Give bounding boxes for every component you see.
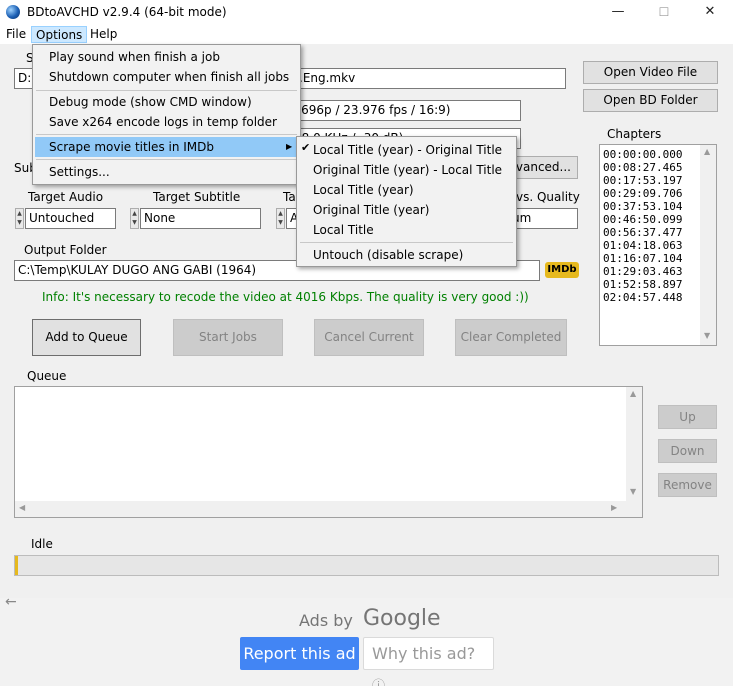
clear-completed-button[interactable]: Clear Completed [455, 319, 567, 356]
scroll-down-icon[interactable]: ▼ [704, 331, 710, 340]
scroll-down-icon[interactable]: ▼ [630, 487, 636, 496]
menu-item-shutdown[interactable]: Shutdown computer when finish all jobs [35, 67, 298, 87]
menu-separator [36, 159, 297, 160]
queue-vscrollbar[interactable]: ▲ ▼ [626, 387, 642, 501]
progress-marker [15, 556, 18, 575]
chapter-item[interactable]: 00:29:09.706 [603, 187, 682, 200]
maximize-button[interactable]: ☐ [641, 0, 687, 24]
quality-select[interactable]: um [508, 208, 578, 229]
menu-file[interactable]: File [2, 26, 30, 43]
target-audio-label: Target Audio [28, 190, 104, 204]
menu-item-settings[interactable]: Settings... [35, 162, 298, 182]
chapter-item[interactable]: 01:52:58.897 [603, 278, 682, 291]
target-spinner[interactable]: ▲ ▼ [276, 208, 285, 229]
chapters-list[interactable]: 00:00:00.000 00:08:27.465 00:17:53.197 0… [599, 144, 717, 346]
video-info-field: x696p / 23.976 fps / 16:9) [290, 100, 521, 121]
add-to-queue-button[interactable]: Add to Queue [32, 319, 141, 356]
target-subtitle-label: Target Subtitle [153, 190, 241, 204]
up-button[interactable]: Up [658, 405, 717, 429]
chapters-label: Chapters [607, 127, 662, 141]
submenu-item-original-year[interactable]: Original Title (year) [299, 200, 514, 220]
cancel-current-button[interactable]: Cancel Current [314, 319, 424, 356]
menu-bar: File Options Help [0, 24, 733, 44]
menu-item-play-sound[interactable]: Play sound when finish a job [35, 47, 298, 67]
ad-area: ← Ads by Google Report this ad Why this … [0, 594, 733, 686]
menu-separator [36, 90, 297, 91]
chapter-item[interactable]: 00:00:00.000 [603, 148, 682, 161]
why-this-ad-button[interactable]: Why this ad? ⓘ [363, 637, 494, 686]
submenu-arrow-icon: ▶ [286, 142, 293, 151]
chapters-scrollbar[interactable]: ▲ ▼ [700, 145, 716, 345]
menu-item-debug-mode[interactable]: Debug mode (show CMD window) [35, 92, 298, 112]
submenu-item-local-title[interactable]: Local Title [299, 220, 514, 240]
scroll-left-icon[interactable]: ◀ [19, 503, 25, 512]
chapter-item[interactable]: 00:37:53.104 [603, 200, 682, 213]
ads-by-label: Ads by [299, 611, 353, 630]
submenu-item-local-year[interactable]: Local Title (year) [299, 180, 514, 200]
scroll-up-icon[interactable]: ▲ [704, 147, 710, 156]
source-file-tail: .Eng.mkv [299, 71, 356, 85]
chapter-item[interactable]: 00:46:50.099 [603, 213, 682, 226]
chapter-item[interactable]: 00:08:27.465 [603, 161, 682, 174]
app-icon [6, 5, 20, 19]
output-folder-label: Output Folder [24, 243, 107, 257]
chapter-item[interactable]: 00:56:37.477 [603, 226, 682, 239]
chapter-item[interactable]: 01:16:07.104 [603, 252, 682, 265]
chapter-item[interactable]: 01:29:03.463 [603, 265, 682, 278]
target-label-prefix: Ta [283, 190, 296, 204]
progress-bar [14, 555, 719, 576]
remove-button[interactable]: Remove [658, 473, 717, 497]
report-ad-button[interactable]: Report this ad [240, 637, 359, 670]
advanced-button[interactable]: vanced... [510, 156, 578, 179]
target-audio-select[interactable]: Untouched [25, 208, 116, 229]
scroll-up-icon[interactable]: ▲ [630, 389, 636, 398]
open-bd-folder-button[interactable]: Open BD Folder [583, 89, 718, 112]
close-button[interactable]: ✕ [687, 0, 733, 24]
menu-item-save-x264-logs[interactable]: Save x264 encode logs in temp folder [35, 112, 298, 132]
menu-item-scrape-imdb[interactable]: Scrape movie titles in IMDb [35, 137, 298, 157]
minimize-button[interactable]: — [595, 0, 641, 24]
chapter-item[interactable]: 01:04:18.063 [603, 239, 682, 252]
title-bar: BDtoAVCHD v2.9.4 (64-bit mode) — ☐ ✕ [0, 0, 733, 24]
options-dropdown: Play sound when finish a job Shutdown co… [32, 44, 301, 185]
audio-spinner[interactable]: ▲ ▼ [15, 208, 24, 229]
queue-hscrollbar[interactable]: ◀ ▶ [15, 501, 642, 517]
menu-help[interactable]: Help [86, 26, 121, 43]
back-arrow-icon[interactable]: ← [5, 594, 17, 610]
start-jobs-button[interactable]: Start Jobs [173, 319, 283, 356]
queue-list[interactable]: ▲ ▼ ◀ ▶ [14, 386, 643, 518]
submenu-item-untouch[interactable]: Untouch (disable scrape) [299, 245, 514, 265]
info-text: Info: It's necessary to recode the video… [42, 290, 529, 304]
chapter-item[interactable]: 02:04:57.448 [603, 291, 682, 304]
status-text: Idle [31, 537, 53, 551]
why-this-ad-label: Why this ad? [372, 644, 476, 663]
google-logo: Google [363, 606, 441, 631]
quality-label: vs. Quality [516, 190, 580, 204]
source-drive: D: [18, 71, 32, 85]
info-icon: ⓘ [372, 679, 385, 686]
queue-label: Queue [27, 369, 67, 383]
window-title: BDtoAVCHD v2.9.4 (64-bit mode) [27, 5, 227, 19]
submenu-item-original-year-local[interactable]: Original Title (year) - Local Title [299, 160, 514, 180]
target-subtitle-select[interactable]: None [140, 208, 261, 229]
subtitle-spinner[interactable]: ▲ ▼ [130, 208, 139, 229]
menu-separator [36, 134, 297, 135]
menu-separator [300, 242, 513, 243]
scrape-submenu: ✔ Local Title (year) - Original Title Or… [296, 136, 517, 267]
chapter-item[interactable]: 00:17:53.197 [603, 174, 682, 187]
menu-options[interactable]: Options [31, 26, 88, 43]
open-video-file-button[interactable]: Open Video File [583, 61, 718, 84]
scroll-right-icon[interactable]: ▶ [611, 503, 617, 512]
submenu-item-local-year-original[interactable]: Local Title (year) - Original Title [299, 140, 514, 160]
down-button[interactable]: Down [658, 439, 717, 463]
imdb-button[interactable]: IMDb [545, 262, 579, 278]
